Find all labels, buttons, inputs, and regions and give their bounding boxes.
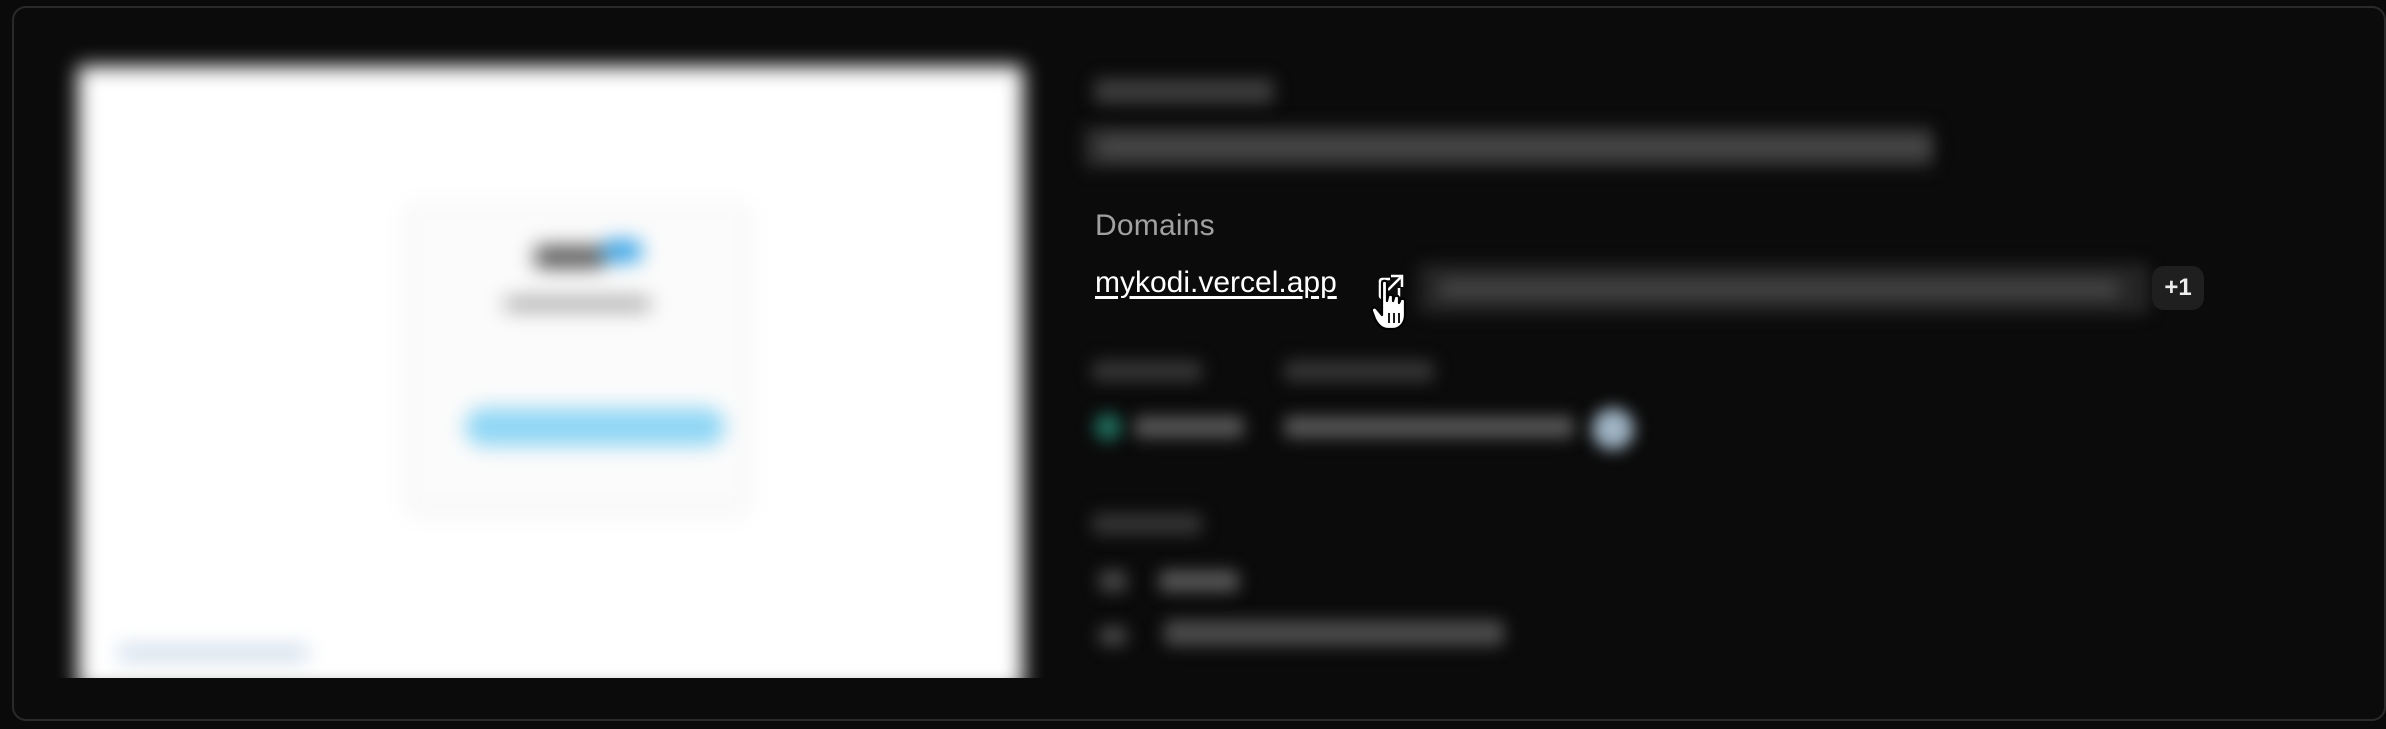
- creator-avatar-blurred: [1592, 408, 1634, 450]
- branch-icon-blurred: [1099, 570, 1127, 592]
- status-label-blurred: [1092, 360, 1202, 382]
- deployment-label-blurred: [1094, 78, 1274, 104]
- deployment-preview[interactable]: [48, 40, 1050, 678]
- branch-name-blurred: [1159, 570, 1239, 592]
- preview-login-box: [408, 206, 747, 510]
- hand-pointer-cursor-icon: [1370, 279, 1410, 331]
- secondary-domain-text-blurred: [1439, 280, 2119, 298]
- primary-domain-link[interactable]: mykodi.vercel.app: [1095, 266, 1337, 300]
- preview-logo-accent: [602, 240, 642, 262]
- status-dot-blurred: [1094, 413, 1122, 441]
- domains-label: Domains: [1095, 209, 1215, 242]
- preview-subtitle: [505, 298, 650, 310]
- deployment-card: Domains mykodi.vercel.app +1: [12, 6, 2386, 721]
- created-value-blurred: [1284, 416, 1574, 438]
- commit-message-blurred: [1164, 620, 1504, 646]
- preview-logo: [535, 246, 605, 268]
- preview-footer-text: [118, 646, 308, 660]
- preview-screenshot: [78, 66, 1023, 678]
- preview-button: [465, 408, 725, 446]
- deployment-url-text-blurred: [1099, 138, 1929, 156]
- source-label-blurred: [1092, 513, 1202, 535]
- more-domains-badge[interactable]: +1: [2152, 266, 2204, 310]
- status-value-blurred: [1134, 416, 1244, 438]
- commit-icon-blurred: [1099, 626, 1127, 646]
- created-label-blurred: [1284, 360, 1434, 382]
